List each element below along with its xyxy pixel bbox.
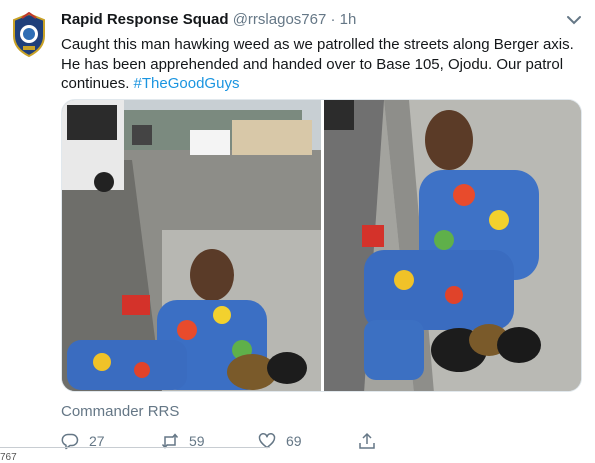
- like-count: 69: [286, 433, 302, 449]
- tweet-time[interactable]: 1h: [340, 11, 357, 28]
- separator-dot: ·: [330, 11, 336, 28]
- reply-button[interactable]: 27: [61, 428, 105, 454]
- chevron-down-icon[interactable]: [565, 13, 583, 27]
- share-icon: [359, 432, 375, 449]
- share-button[interactable]: [358, 428, 386, 454]
- avatar[interactable]: [10, 11, 48, 58]
- source-label[interactable]: Commander RRS: [61, 403, 179, 420]
- divider: [0, 447, 270, 448]
- tweet-actions: 27 59 69: [61, 428, 391, 454]
- author-name[interactable]: Rapid Response Squad: [61, 11, 229, 28]
- retweet-button[interactable]: 59: [161, 428, 205, 454]
- tweet-header: Rapid Response Squad @rrslagos767 · 1h: [61, 10, 356, 30]
- tweet-card: Rapid Response Squad @rrslagos767 · 1h C…: [0, 0, 595, 463]
- photo-left[interactable]: [62, 100, 321, 391]
- tweet-media: [61, 99, 582, 392]
- author-handle[interactable]: @rrslagos767: [233, 11, 327, 28]
- photo-right[interactable]: [324, 100, 581, 391]
- edge-text-fragment: 767: [0, 452, 17, 463]
- hashtag-link[interactable]: #TheGoodGuys: [134, 75, 240, 92]
- tweet-text: Caught this man hawking weed as we patro…: [61, 35, 581, 94]
- like-button[interactable]: 69: [258, 428, 302, 454]
